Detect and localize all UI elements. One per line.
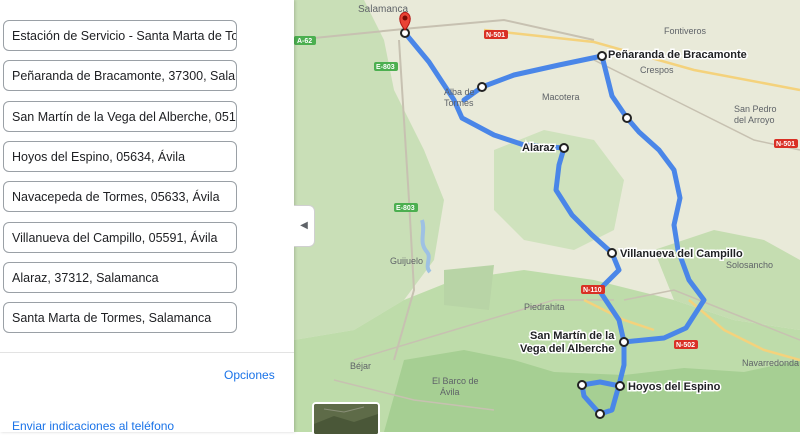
road-label-n110: N-110 <box>583 287 602 294</box>
place-label-guijuelo: Guijuelo <box>390 256 423 266</box>
place-label-alba: Tormes <box>444 98 474 108</box>
send-to-phone-link[interactable]: Enviar indicaciones al teléfono <box>12 419 174 433</box>
route-stop-input[interactable]: Estación de Servicio - Santa Marta de To… <box>3 20 237 51</box>
satellite-layer-thumbnail[interactable] <box>312 402 380 436</box>
route-stop-input[interactable]: Alaraz, 37312, Salamanca <box>3 262 237 293</box>
place-label-crespos: Crespos <box>640 65 674 75</box>
place-label-penaranda: Peñaranda de Bracamonte <box>608 49 747 61</box>
panel-divider <box>0 352 294 353</box>
place-label-villanueva: Villanueva del Campillo <box>620 248 743 260</box>
place-label-san-martin: San Martín de la <box>530 330 615 342</box>
road-label-e803: E-803 <box>376 64 395 71</box>
place-label-san-martin: Vega del Alberche <box>520 343 614 355</box>
place-label-alba: Alba de <box>444 87 475 97</box>
place-label-navarredonda: Navarredonda <box>742 358 799 368</box>
route-stop-input[interactable]: Navacepeda de Tormes, 05633, Ávila <box>3 181 237 212</box>
place-label-alaraz: Alaraz <box>522 142 556 154</box>
place-label-bejar: Béjar <box>350 361 371 371</box>
place-label-solosancho: Solosancho <box>726 260 773 270</box>
route-stop-input[interactable]: Santa Marta de Tormes, Salamanca <box>3 302 237 333</box>
route-stop-input[interactable]: Hoyos del Espino, 05634, Ávila <box>3 141 237 172</box>
road-label-e803: E-803 <box>396 205 415 212</box>
options-link[interactable]: Opciones <box>224 368 275 382</box>
route-stop-input[interactable]: San Martín de la Vega del Alberche, 0513… <box>3 101 237 132</box>
place-label-macotera: Macotera <box>542 92 580 102</box>
place-label-salamanca: Salamanca <box>358 4 408 15</box>
place-label-san-pedro: del Arroyo <box>734 115 775 125</box>
route-stop-input[interactable]: Peñaranda de Bracamonte, 37300, Salamanc… <box>3 60 237 91</box>
place-label-piedrahita: Piedrahita <box>524 302 565 312</box>
place-label-fontiveros: Fontiveros <box>664 26 707 36</box>
place-label-el-barco: El Barco de <box>432 376 479 386</box>
road-label-n502: N-502 <box>676 342 695 349</box>
road-label-a62: A-62 <box>297 38 312 45</box>
directions-panel: Estación de Servicio - Santa Marta de To… <box>0 0 294 433</box>
place-label-san-pedro: San Pedro <box>734 104 777 114</box>
chevron-left-icon: ◀ <box>300 220 308 231</box>
route-stop-input[interactable]: Villanueva del Campillo, 05591, Ávila <box>3 222 237 253</box>
road-label-n501: N-501 <box>486 32 505 39</box>
place-label-el-barco: Ávila <box>440 387 460 397</box>
collapse-panel-button[interactable]: ◀ <box>294 205 315 247</box>
road-label-n501: N-501 <box>776 141 795 148</box>
map-canvas[interactable]: A-62 N-501 E-803 E-803 N-501 N-110 N-502… <box>294 0 800 432</box>
place-label-hoyos: Hoyos del Espino <box>628 381 721 393</box>
